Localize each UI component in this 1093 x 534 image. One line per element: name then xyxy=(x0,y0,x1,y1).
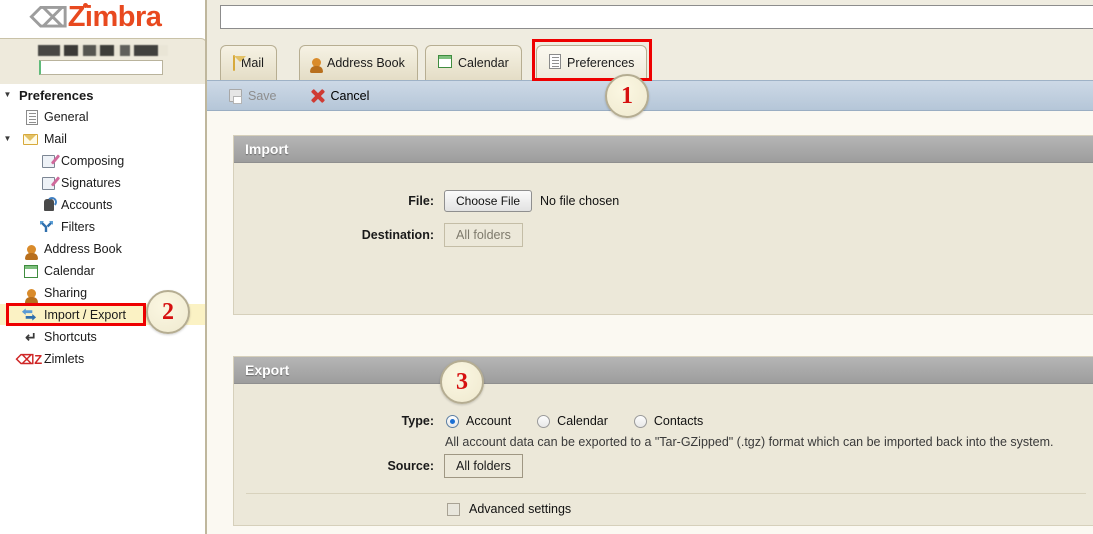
annotation-box-import-export xyxy=(6,303,146,326)
sidebar-item-label: Filters xyxy=(61,220,96,234)
document-icon xyxy=(24,109,40,125)
sidebar-item-label: Shortcuts xyxy=(44,330,97,344)
sidebar-item-label: Signatures xyxy=(61,176,121,190)
account-panel xyxy=(0,38,207,84)
sidebar-item-composing[interactable]: Composing xyxy=(0,150,207,172)
action-toolbar: Save Cancel xyxy=(207,80,1093,111)
close-icon xyxy=(311,89,325,103)
export-type-row: Type: Account Calendar Contacts xyxy=(234,414,1093,428)
radio-label: Contacts xyxy=(653,414,704,428)
sidebar-item-zimlets[interactable]: ⌫Z Zimlets xyxy=(0,348,207,370)
radio-option-contacts[interactable]: Contacts xyxy=(633,414,704,428)
export-panel-title: Export xyxy=(234,357,1093,384)
tab-calendar[interactable]: Calendar xyxy=(425,45,522,80)
filter-icon xyxy=(39,219,55,235)
divider xyxy=(246,493,1086,494)
import-panel-title: Import xyxy=(234,136,1093,163)
main-area: Mail Address Book Calendar Preferences S… xyxy=(207,0,1093,534)
choose-file-button[interactable]: Choose File xyxy=(444,190,533,212)
envelope-logo-icon: ⌫ xyxy=(30,3,68,33)
sidebar-item-label: Composing xyxy=(61,154,125,168)
tab-label: Calendar xyxy=(458,56,509,70)
sidebar-item-signatures[interactable]: Signatures xyxy=(0,172,207,194)
import-panel: Import File: Choose File No file chosen … xyxy=(233,135,1093,315)
account-name-redacted xyxy=(38,45,168,56)
save-icon xyxy=(229,89,242,104)
radio-option-account[interactable]: Account xyxy=(446,414,511,428)
brand-name: Zimbra xyxy=(67,1,162,33)
advanced-settings-label: Advanced settings xyxy=(469,502,572,516)
envelope-icon xyxy=(22,131,38,147)
chevron-down-icon[interactable]: ▼ xyxy=(2,128,13,150)
sidebar-item-label: General xyxy=(44,110,89,124)
account-search-input[interactable] xyxy=(39,60,163,75)
search-input[interactable] xyxy=(220,5,1093,29)
export-panel: Export Type: Account Calendar Contacts A… xyxy=(233,356,1093,526)
source-folder-button[interactable]: All folders xyxy=(444,454,523,478)
sidebar-item-accounts[interactable]: Accounts xyxy=(0,194,207,216)
export-help-text: All account data can be exported to a "T… xyxy=(445,435,1054,449)
annotation-badge-1: 1 xyxy=(605,74,649,118)
zimlet-icon: ⌫Z xyxy=(15,351,43,367)
sidebar-item-label: Accounts xyxy=(61,198,113,212)
cancel-label: Cancel xyxy=(330,88,370,103)
radio-icon[interactable] xyxy=(633,414,647,428)
destination-folder-button[interactable]: All folders xyxy=(444,223,523,247)
sidebar-item-label: Sharing xyxy=(44,286,88,300)
save-label: Save xyxy=(248,88,277,103)
destination-label: Destination: xyxy=(361,228,434,242)
annotation-badge-2: 2 xyxy=(146,290,190,334)
person-icon xyxy=(310,56,323,73)
cancel-button[interactable]: Cancel xyxy=(301,83,380,109)
sharing-icon xyxy=(23,285,39,304)
left-sidebar: ⌫Zimbra ▼ Preferences General ▼ Mail Com… xyxy=(0,0,207,534)
accounts-icon xyxy=(41,197,57,213)
tab-mail[interactable]: Mail xyxy=(220,45,277,80)
shortcut-icon: ↵ xyxy=(25,329,37,345)
sidebar-item-address-book[interactable]: Address Book xyxy=(0,238,207,260)
zimbra-logo: ⌫Zimbra xyxy=(30,1,162,34)
file-status-text: No file chosen xyxy=(540,194,620,208)
brand-header: ⌫Zimbra xyxy=(0,0,207,38)
radio-option-calendar[interactable]: Calendar xyxy=(537,414,608,428)
envelope-icon xyxy=(233,55,235,71)
source-label: Source: xyxy=(387,459,434,473)
chevron-down-icon[interactable]: ▼ xyxy=(2,84,13,106)
person-icon xyxy=(23,241,39,260)
type-label: Type: xyxy=(401,414,434,428)
sidebar-header-preferences[interactable]: ▼ Preferences xyxy=(0,84,207,106)
radio-label: Calendar xyxy=(557,414,608,428)
compose-icon xyxy=(40,153,56,169)
tab-label: Address Book xyxy=(327,56,405,70)
radio-icon[interactable] xyxy=(537,414,551,428)
signature-icon xyxy=(40,175,56,191)
sidebar-item-mail[interactable]: ▼ Mail xyxy=(0,128,207,150)
file-label: File: xyxy=(408,194,434,208)
sidebar-item-label: Mail xyxy=(44,132,67,146)
radio-label: Account xyxy=(466,414,512,428)
radio-icon[interactable] xyxy=(446,414,459,428)
tab-address-book[interactable]: Address Book xyxy=(299,45,418,80)
calendar-icon xyxy=(23,263,39,279)
advanced-settings-checkbox[interactable] xyxy=(447,502,460,516)
sidebar-item-label: Calendar xyxy=(44,264,95,278)
sidebar-item-label: Address Book xyxy=(44,242,122,256)
calendar-icon xyxy=(438,55,452,71)
sidebar-header-label: Preferences xyxy=(19,87,94,103)
sidebar-item-calendar[interactable]: Calendar xyxy=(0,260,207,282)
annotation-badge-3: 3 xyxy=(440,360,484,404)
logo-dot-icon xyxy=(83,3,88,8)
sidebar-item-label: Zimlets xyxy=(44,352,85,366)
sidebar-item-filters[interactable]: Filters xyxy=(0,216,207,238)
sidebar-item-general[interactable]: General xyxy=(0,106,207,128)
import-file-row: File: Choose File No file chosen xyxy=(234,190,1093,212)
search-bar xyxy=(207,0,1093,40)
save-button[interactable]: Save xyxy=(219,83,287,109)
preferences-content: Import File: Choose File No file chosen … xyxy=(207,111,1093,534)
advanced-settings-row[interactable]: Advanced settings xyxy=(447,502,571,516)
export-source-row: Source: All folders xyxy=(234,454,1093,478)
import-destination-row: Destination: All folders xyxy=(234,223,1093,247)
filter-glyph xyxy=(40,221,53,232)
zimbra-preferences-screen: ⌫Zimbra ▼ Preferences General ▼ Mail Com… xyxy=(0,0,1093,534)
